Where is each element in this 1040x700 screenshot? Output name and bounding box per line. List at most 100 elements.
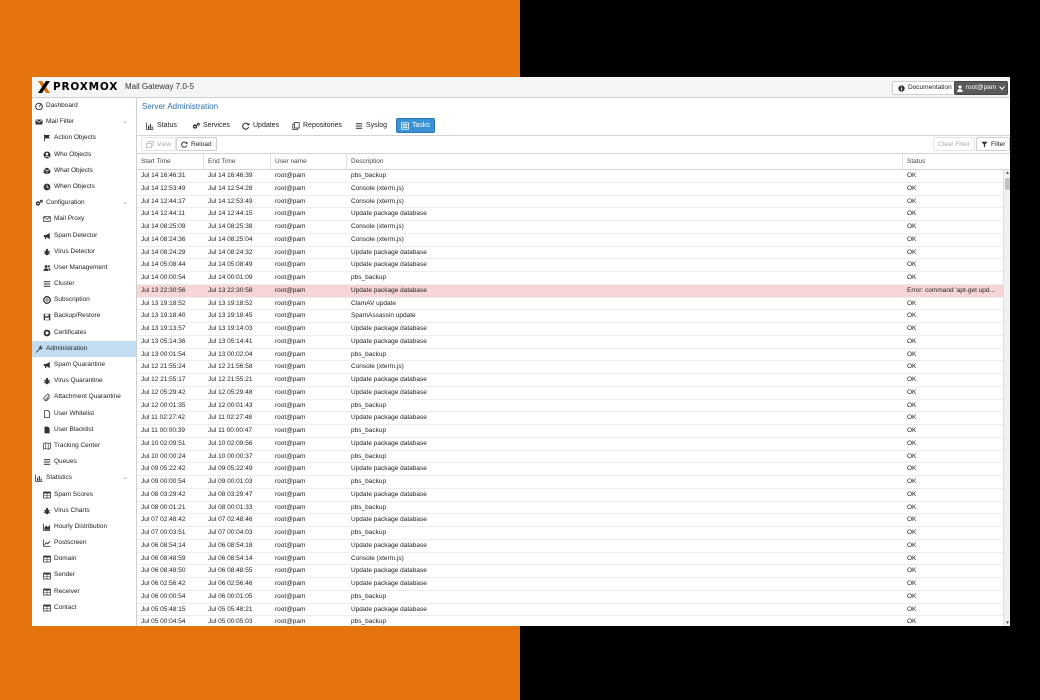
sidebar-item-user-management[interactable]: User Management xyxy=(32,260,136,276)
sidebar-item-hourly-distribution[interactable]: Hourly Distribution xyxy=(32,519,136,535)
sidebar-item-certificates[interactable]: Certificates xyxy=(32,325,136,341)
sidebar-item-configuration[interactable]: Configuration ⌄ xyxy=(32,195,136,211)
table-row[interactable]: Jul 12 00:01:35 Jul 12 00:01:43 root@pam pb… xyxy=(137,400,1003,413)
table-row[interactable]: Jul 07 02:48:42 Jul 07 02:48:46 root@pam Up… xyxy=(137,514,1003,527)
chevron-down-icon[interactable]: ⌄ xyxy=(122,195,128,211)
tab-services[interactable]: Services xyxy=(187,118,235,133)
sidebar-item-virus-charts[interactable]: Virus Charts xyxy=(32,503,136,519)
table-row[interactable]: Jul 13 00:01:54 Jul 13 00:02:04 root@pam pb… xyxy=(137,349,1003,362)
proxmox-logo[interactable]: PROXMOX xyxy=(37,80,118,94)
sidebar-item-user-blacklist[interactable]: User Blacklist xyxy=(32,422,136,438)
sidebar-item-who-objects[interactable]: Who Objects xyxy=(32,147,136,163)
tab-repositories[interactable]: Repositories xyxy=(287,118,347,133)
table-row[interactable]: Jul 10 02:09:51 Jul 10 02:09:56 root@pam Up… xyxy=(137,438,1003,451)
sidebar-item-backup-restore[interactable]: Backup/Restore xyxy=(32,308,136,324)
table-row[interactable]: Jul 11 02:27:42 Jul 11 02:27:48 root@pam Up… xyxy=(137,412,1003,425)
sidebar-item-queues[interactable]: Queues xyxy=(32,454,136,470)
column-user-name[interactable]: User name xyxy=(271,154,347,169)
sidebar-item-spam-scores[interactable]: Spam Scores xyxy=(32,487,136,503)
vertical-scrollbar[interactable]: ▲ ▼ xyxy=(1003,170,1010,626)
table-row[interactable]: Jul 14 08:24:29 Jul 14 08:24:32 root@pam Up… xyxy=(137,247,1003,260)
sidebar-item-contact[interactable]: Contact xyxy=(32,600,136,616)
start-time-cell: Jul 13 05:14:36 xyxy=(141,337,186,345)
table-row[interactable]: Jul 10 00:00:24 Jul 10 00:00:37 root@pam pb… xyxy=(137,451,1003,464)
chevron-down-icon[interactable]: ⌄ xyxy=(122,114,128,130)
table-row[interactable]: Jul 06 00:00:54 Jul 06 00:01:05 root@pam pb… xyxy=(137,591,1003,604)
table-row[interactable]: Jul 09 00:00:54 Jul 09 00:01:03 root@pam pb… xyxy=(137,476,1003,489)
envelope-o-icon xyxy=(43,215,51,223)
sidebar-item-postscreen[interactable]: Postscreen xyxy=(32,535,136,551)
sidebar-item-dashboard[interactable]: Dashboard xyxy=(32,98,136,114)
tab-status[interactable]: Status xyxy=(141,118,182,133)
table-row[interactable]: Jul 06 02:56:42 Jul 06 02:56:46 root@pam Up… xyxy=(137,578,1003,591)
description-cell: pbs_backup xyxy=(351,478,387,485)
table-row[interactable]: Jul 14 16:46:31 Jul 14 16:46:39 root@pam pb… xyxy=(137,170,1003,183)
sidebar-item-mail-filter[interactable]: Mail Filter ⌄ xyxy=(32,114,136,130)
chevron-down-icon[interactable]: ⌄ xyxy=(122,470,128,486)
table-row[interactable]: Jul 13 19:18:52 Jul 13 19:18:52 root@pam Cl… xyxy=(137,298,1003,311)
sidebar-item-attachment-quarantine[interactable]: Attachment Quarantine xyxy=(32,389,136,405)
table-row[interactable]: Jul 05 00:04:54 Jul 05 00:05:03 root@pam pb… xyxy=(137,616,1003,626)
column-start-time[interactable]: Start Time xyxy=(137,154,204,169)
table-row[interactable]: Jul 12 21:55:17 Jul 12 21:55:21 root@pam Up… xyxy=(137,374,1003,387)
table-row[interactable]: Jul 14 08:25:09 Jul 14 08:25:38 root@pam Co… xyxy=(137,221,1003,234)
sidebar-item-when-objects[interactable]: When Objects xyxy=(32,179,136,195)
tab-syslog[interactable]: Syslog xyxy=(350,118,392,133)
table-row[interactable]: Jul 14 12:53:49 Jul 14 12:54:28 root@pam Co… xyxy=(137,183,1003,196)
table-row[interactable]: Jul 11 00:00:39 Jul 11 00:00:47 root@pam pb… xyxy=(137,425,1003,438)
sidebar-item-spam-detector[interactable]: Spam Detector xyxy=(32,228,136,244)
table-row[interactable]: Jul 07 00:03:51 Jul 07 00:04:03 root@pam pb… xyxy=(137,527,1003,540)
table-row[interactable]: Jul 08 00:01:21 Jul 08 00:01:33 root@pam pb… xyxy=(137,502,1003,515)
column-status[interactable]: Status xyxy=(903,154,1010,169)
user-menu-button[interactable]: root@pam xyxy=(954,81,1008,95)
sidebar-item-tracking-center[interactable]: Tracking Center xyxy=(32,438,136,454)
table-row[interactable]: Jul 14 12:44:17 Jul 14 12:53:49 root@pam Co… xyxy=(137,196,1003,209)
sidebar-item-what-objects[interactable]: What Objects xyxy=(32,163,136,179)
sidebar-item-domain[interactable]: Domain xyxy=(32,551,136,567)
table-row[interactable]: Jul 06 08:48:59 Jul 06 08:54:14 root@pam Co… xyxy=(137,553,1003,566)
filter-button[interactable]: Filter xyxy=(976,137,1010,151)
sidebar-item-subscription[interactable]: Subscription xyxy=(32,292,136,308)
table-row[interactable]: Jul 13 22:30:56 Jul 13 22:30:58 root@pam Up… xyxy=(137,284,1003,298)
status-cell: OK xyxy=(907,337,917,345)
table-row[interactable]: Jul 12 05:29:42 Jul 12 05:29:48 root@pam Up… xyxy=(137,387,1003,400)
table-row[interactable]: Jul 13 19:18:40 Jul 13 19:18:45 root@pam Sp… xyxy=(137,310,1003,323)
sidebar-item-receiver[interactable]: Receiver xyxy=(32,584,136,600)
sidebar-item-spam-quarantine[interactable]: Spam Quarantine xyxy=(32,357,136,373)
table-row[interactable]: Jul 14 00:00:54 Jul 14 00:01:09 root@pam pb… xyxy=(137,272,1003,285)
tab-updates[interactable]: Updates xyxy=(237,118,284,133)
refresh-icon xyxy=(242,122,250,130)
sidebar-item-action-objects[interactable]: Action Objects xyxy=(32,130,136,146)
table-row[interactable]: Jul 14 12:44:11 Jul 14 12:44:15 root@pam Up… xyxy=(137,208,1003,221)
table-row[interactable]: Jul 08 03:29:42 Jul 08 03:29:47 root@pam Up… xyxy=(137,489,1003,502)
table-row[interactable]: Jul 05 05:48:15 Jul 05 05:48:21 root@pam Up… xyxy=(137,604,1003,617)
documentation-button[interactable]: Documentation xyxy=(892,81,958,95)
sidebar-item-sender[interactable]: Sender xyxy=(32,567,136,583)
table-row[interactable]: Jul 12 21:55:24 Jul 12 21:56:58 root@pam Co… xyxy=(137,361,1003,374)
table-row[interactable]: Jul 14 05:08:44 Jul 14 05:08:49 root@pam Up… xyxy=(137,259,1003,272)
sidebar-item-virus-quarantine[interactable]: Virus Quarantine xyxy=(32,373,136,389)
scrollbar-thumb[interactable] xyxy=(1005,178,1010,190)
sidebar-item-administration[interactable]: Administration xyxy=(32,340,136,357)
column-end-time[interactable]: End Time xyxy=(204,154,271,169)
view-button[interactable]: View xyxy=(141,137,176,151)
table-row[interactable]: Jul 06 08:48:50 Jul 06 08:48:55 root@pam Up… xyxy=(137,565,1003,578)
scroll-down-arrow-icon[interactable]: ▼ xyxy=(1005,620,1010,626)
sidebar-item-statistics[interactable]: Statistics ⌄ xyxy=(32,470,136,486)
reload-button[interactable]: Reload xyxy=(176,137,217,151)
sidebar-item-mail-proxy[interactable]: Mail Proxy xyxy=(32,211,136,227)
table-row[interactable]: Jul 06 08:54:14 Jul 06 08:54:18 root@pam Up… xyxy=(137,540,1003,553)
scroll-up-arrow-icon[interactable]: ▲ xyxy=(1005,170,1010,176)
sidebar-item-virus-detector[interactable]: Virus Detector xyxy=(32,244,136,260)
description-cell: Update package database xyxy=(351,541,427,549)
clear-filter-button[interactable]: Clear Filter xyxy=(933,137,975,151)
table-row[interactable]: Jul 13 19:13:57 Jul 13 19:14:03 root@pam Up… xyxy=(137,323,1003,336)
table-row[interactable]: Jul 09 05:22:42 Jul 09 05:22:49 root@pam Up… xyxy=(137,463,1003,476)
table-row[interactable]: Jul 14 08:24:36 Jul 14 08:25:04 root@pam Co… xyxy=(137,234,1003,247)
tab-tasks[interactable]: Tasks xyxy=(396,118,435,133)
column-description[interactable]: Description xyxy=(347,154,903,169)
sidebar-item-label: Postscreen xyxy=(54,539,87,547)
table-row[interactable]: Jul 13 05:14:36 Jul 13 05:14:41 root@pam Up… xyxy=(137,336,1003,349)
sidebar-item-user-whitelist[interactable]: User Whitelist xyxy=(32,406,136,422)
sidebar-item-cluster[interactable]: Cluster xyxy=(32,276,136,292)
